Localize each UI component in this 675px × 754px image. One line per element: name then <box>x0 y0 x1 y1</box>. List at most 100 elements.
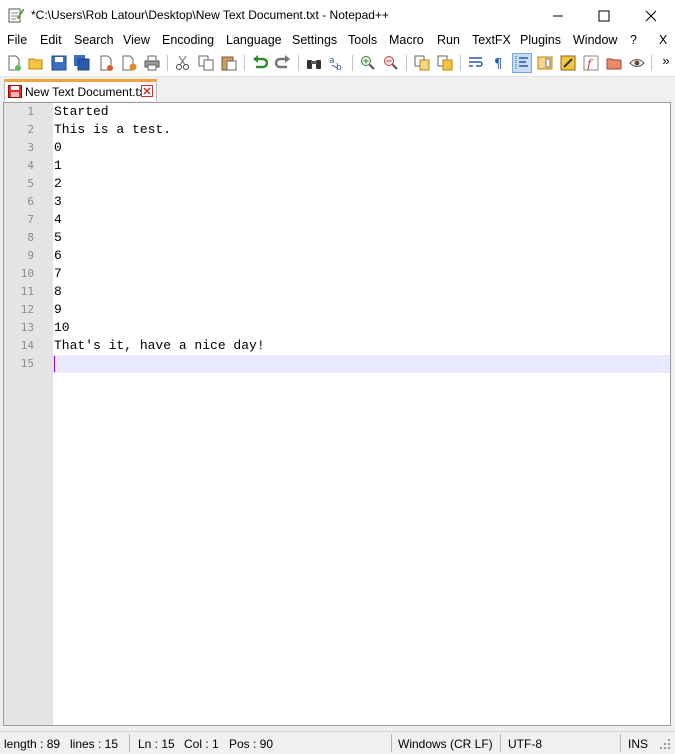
paste-icon <box>221 56 237 71</box>
text-editor[interactable]: 1 2 3 4 5 6 7 8 9 10 11 12 13 14 15 Star… <box>3 102 671 726</box>
save-button[interactable] <box>50 54 68 72</box>
undo-button[interactable] <box>251 54 269 72</box>
menu-run[interactable]: Run <box>437 33 460 47</box>
function-icon: f <box>583 55 599 71</box>
sync-vertical-button[interactable] <box>413 54 431 72</box>
find-button[interactable] <box>305 54 323 72</box>
tab-bar: New Text Document.txt <box>0 77 675 101</box>
code-line[interactable]: Started <box>54 103 109 121</box>
menu-bar: File Edit Search View Encoding Language … <box>0 31 675 50</box>
code-line[interactable]: 9 <box>54 301 62 319</box>
line-number: 10 <box>20 267 34 280</box>
code-line[interactable]: 7 <box>54 265 62 283</box>
toolbar-overflow-button[interactable]: » <box>657 51 675 69</box>
close-file-icon <box>100 55 113 71</box>
status-eol-format[interactable]: Windows (CR LF) <box>398 737 493 751</box>
resize-grip-icon[interactable] <box>659 738 671 750</box>
code-line[interactable]: 3 <box>54 193 62 211</box>
folder-as-workspace-button[interactable]: f <box>582 54 600 72</box>
save-icon <box>51 55 67 71</box>
line-number: 12 <box>20 303 34 316</box>
sync-horizontal-button[interactable] <box>436 54 454 72</box>
close-window-button[interactable] <box>628 0 674 31</box>
show-all-characters-button[interactable]: ¶ <box>490 54 508 72</box>
menu-window[interactable]: Window <box>573 33 617 47</box>
close-all-button[interactable] <box>120 54 138 72</box>
line-number: 2 <box>27 123 34 136</box>
close-button[interactable] <box>97 54 115 72</box>
open-file-button[interactable] <box>27 54 45 72</box>
function-list-icon <box>560 55 576 71</box>
text-caret <box>54 356 55 372</box>
code-line[interactable]: This is a test. <box>54 121 171 139</box>
print-icon <box>144 55 160 71</box>
word-wrap-icon <box>469 57 483 67</box>
indent-guide-button[interactable] <box>512 53 532 73</box>
menu-plugins[interactable]: Plugins <box>520 33 561 47</box>
status-separator <box>500 734 501 752</box>
new-file-button[interactable] <box>5 54 23 72</box>
toolbar-separator <box>352 55 353 71</box>
open-folder-icon <box>28 58 43 70</box>
document-map-button[interactable] <box>536 54 554 72</box>
code-line[interactable]: 0 <box>54 139 62 157</box>
monitoring-button[interactable] <box>628 54 646 72</box>
code-line[interactable]: 2 <box>54 175 62 193</box>
toolbar-separator <box>651 55 652 71</box>
save-all-button[interactable] <box>73 54 91 72</box>
zoom-in-button[interactable] <box>359 54 377 72</box>
line-number: 3 <box>27 141 34 154</box>
copy-button[interactable] <box>197 54 215 72</box>
zoom-out-button[interactable] <box>382 54 400 72</box>
menu-file[interactable]: File <box>7 33 27 47</box>
code-line[interactable]: 4 <box>54 211 62 229</box>
scissors-icon <box>176 55 189 70</box>
line-number: 1 <box>27 105 34 118</box>
menu-tools[interactable]: Tools <box>348 33 377 47</box>
status-separator <box>129 734 130 752</box>
undo-icon <box>253 55 268 69</box>
workspace-folder-button[interactable] <box>605 54 623 72</box>
menu-language[interactable]: Language <box>226 33 282 47</box>
window-title: *C:\Users\Rob Latour\Desktop\New Text Do… <box>31 8 389 22</box>
sync-vertical-icon <box>414 55 430 71</box>
status-column: Col : 1 <box>184 737 219 751</box>
status-insert-mode[interactable]: INS <box>628 737 648 751</box>
status-length: length : 89 <box>4 737 61 751</box>
menu-encoding[interactable]: Encoding <box>162 33 214 47</box>
paste-button[interactable] <box>220 54 238 72</box>
redo-button[interactable] <box>274 54 292 72</box>
menu-help[interactable]: ? <box>630 33 637 47</box>
cut-button[interactable] <box>174 54 192 72</box>
status-position: Pos : 90 <box>229 737 274 751</box>
menu-settings[interactable]: Settings <box>292 33 337 47</box>
replace-button[interactable]: ab <box>328 54 346 72</box>
svg-text:a: a <box>329 56 335 66</box>
menu-view[interactable]: View <box>123 33 150 47</box>
word-wrap-button[interactable] <box>467 54 485 72</box>
menu-macro[interactable]: Macro <box>389 33 424 47</box>
toolbar-separator <box>167 55 168 71</box>
status-encoding[interactable]: UTF-8 <box>508 737 542 751</box>
code-line[interactable]: 5 <box>54 229 62 247</box>
status-bar: length : 89 lines : 15 Ln : 15 Col : 1 P… <box>0 731 675 754</box>
menu-edit[interactable]: Edit <box>40 33 62 47</box>
menu-textfx[interactable]: TextFX <box>472 33 511 47</box>
code-line[interactable]: 8 <box>54 283 62 301</box>
maximize-button[interactable] <box>581 0 627 31</box>
tab-new-text-document[interactable]: New Text Document.txt <box>4 79 157 101</box>
code-line[interactable]: 1 <box>54 157 62 175</box>
menu-search[interactable]: Search <box>74 33 114 47</box>
replace-icon: ab <box>329 56 342 71</box>
code-line[interactable]: 10 <box>54 319 70 337</box>
code-line[interactable]: 6 <box>54 247 62 265</box>
menu-close-document[interactable]: X <box>659 33 667 47</box>
function-list-button[interactable] <box>559 54 577 72</box>
status-separator <box>620 734 621 752</box>
print-button[interactable] <box>143 54 161 72</box>
tab-close-icon[interactable] <box>141 85 153 97</box>
code-line[interactable]: That's it, have a nice day! <box>54 337 265 355</box>
close-icon <box>645 10 657 21</box>
title-bar: *C:\Users\Rob Latour\Desktop\New Text Do… <box>0 0 675 31</box>
minimize-button[interactable] <box>535 0 581 31</box>
